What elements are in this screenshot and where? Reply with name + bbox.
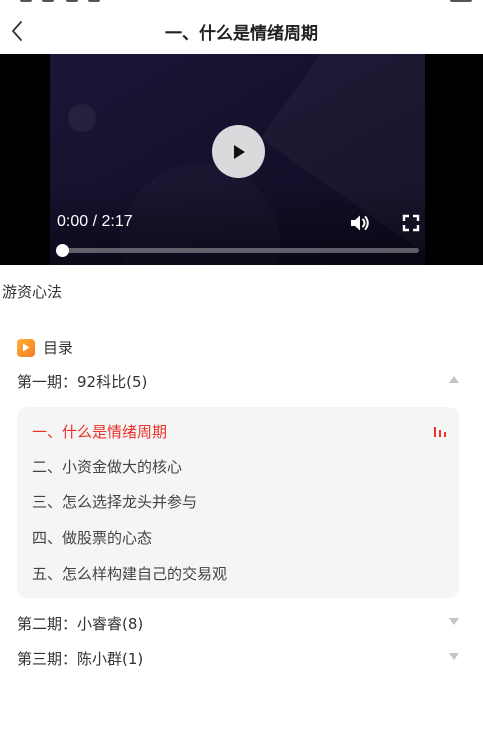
lesson-item-5[interactable]: 五、怎么样构建自己的交易观 [32,560,447,586]
catalog-header: 目录 [17,337,73,358]
play-icon [233,144,245,159]
expand-arrow-icon [449,618,459,625]
catalog-label: 目录 [43,339,74,357]
section-title: 第二期：小睿睿(8) [17,614,144,633]
fullscreen-button[interactable] [399,211,423,235]
lesson-list: 一、什么是情绪周期 二、小资金做大的核心 三、怎么选择龙头并参与 四、做股票的心… [17,407,459,598]
status-bar [0,0,483,6]
section-title: 第三期：陈小群(1) [17,649,144,668]
back-button[interactable] [2,16,32,46]
expand-arrow-icon [449,653,459,660]
volume-icon [351,215,369,231]
progress-handle[interactable] [56,244,69,257]
top-bar: 一、什么是情绪周期 [0,8,483,54]
lesson-label: 四、做股票的心态 [32,528,153,547]
fullscreen-icon [402,214,420,232]
play-button[interactable] [212,125,265,178]
page-title: 一、什么是情绪周期 [165,24,318,44]
lesson-label: 三、怎么选择龙头并参与 [32,492,198,511]
playing-bars-icon [434,427,446,437]
volume-button[interactable] [348,211,372,235]
lesson-label: 二、小资金做大的核心 [32,457,183,476]
course-name: 游资心法 [2,283,63,301]
section-1-header[interactable]: 第一期：92科比(5) [17,369,465,393]
collapse-arrow-icon [449,376,459,383]
time-display: 0:00 / 2:17 [57,213,133,231]
video-player[interactable]: 0:00 / 2:17 [0,54,483,265]
lesson-label: 五、怎么样构建自己的交易观 [32,564,228,583]
chevron-left-icon [12,21,22,41]
lesson-item-2[interactable]: 二、小资金做大的核心 [32,453,447,479]
progress-bar[interactable] [56,244,419,257]
duration: 2:17 [101,213,133,230]
lesson-item-4[interactable]: 四、做股票的心态 [32,524,447,550]
time-separator: / [88,213,102,230]
lesson-label: 一、什么是情绪周期 [32,422,168,441]
section-2-header[interactable]: 第二期：小睿睿(8) [17,611,465,635]
catalog-icon [17,338,35,357]
current-time: 0:00 [57,213,89,230]
section-3-header[interactable]: 第三期：陈小群(1) [17,646,465,670]
lesson-item-1[interactable]: 一、什么是情绪周期 [32,418,447,444]
lesson-item-3[interactable]: 三、怎么选择龙头并参与 [32,488,447,514]
section-title: 第一期：92科比(5) [17,372,148,391]
